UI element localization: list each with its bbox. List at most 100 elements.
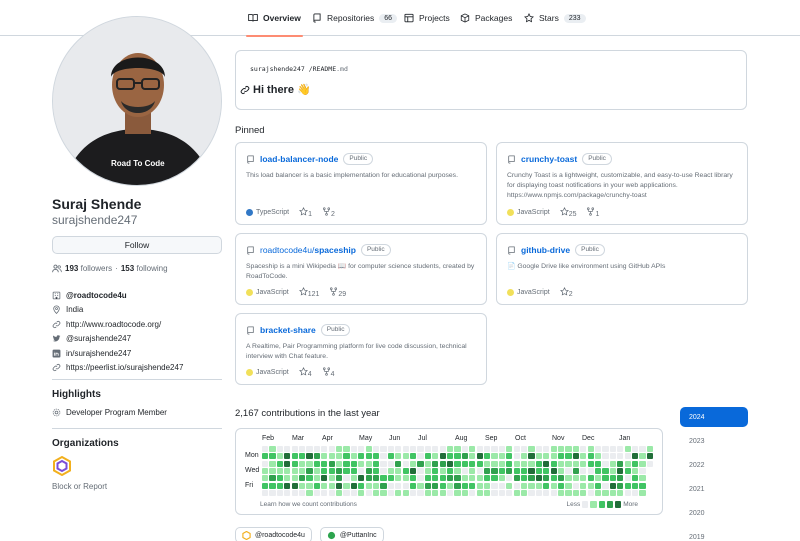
contribution-day-cell[interactable] bbox=[424, 446, 431, 453]
contribution-day-cell[interactable] bbox=[632, 489, 639, 496]
contribution-day-cell[interactable] bbox=[424, 475, 431, 482]
contribution-day-cell[interactable] bbox=[572, 446, 579, 453]
contribution-day-cell[interactable] bbox=[543, 453, 550, 460]
contribution-day-cell[interactable] bbox=[373, 482, 380, 489]
contribution-day-cell[interactable] bbox=[609, 475, 616, 482]
contribution-day-cell[interactable] bbox=[469, 482, 476, 489]
contribution-day-cell[interactable] bbox=[587, 467, 594, 475]
contribution-day-cell[interactable] bbox=[609, 446, 616, 453]
contribution-day-cell[interactable] bbox=[380, 489, 387, 496]
contribution-day-cell[interactable] bbox=[328, 467, 335, 475]
contribution-day-cell[interactable] bbox=[395, 475, 402, 482]
contribution-day-cell[interactable] bbox=[595, 453, 602, 460]
contribution-day-cell[interactable] bbox=[609, 460, 616, 467]
contribution-day-cell[interactable] bbox=[498, 489, 505, 496]
contribution-day-cell[interactable] bbox=[299, 482, 306, 489]
contribution-day-cell[interactable] bbox=[632, 482, 639, 489]
contribution-day-cell[interactable] bbox=[617, 475, 624, 482]
contribution-day-cell[interactable] bbox=[373, 489, 380, 496]
contribution-day-cell[interactable] bbox=[469, 467, 476, 475]
contribution-day-cell[interactable] bbox=[550, 467, 557, 475]
contribution-day-cell[interactable] bbox=[521, 460, 528, 467]
contribution-day-cell[interactable] bbox=[343, 446, 350, 453]
contribution-day-cell[interactable] bbox=[373, 460, 380, 467]
contribution-day-cell[interactable] bbox=[395, 482, 402, 489]
contribution-day-cell[interactable] bbox=[513, 453, 520, 460]
contribution-day-cell[interactable] bbox=[617, 453, 624, 460]
contribution-day-cell[interactable] bbox=[424, 467, 431, 475]
contribution-day-cell[interactable] bbox=[506, 475, 513, 482]
contribution-day-cell[interactable] bbox=[417, 467, 424, 475]
contribution-day-cell[interactable] bbox=[617, 489, 624, 496]
contribution-day-cell[interactable] bbox=[491, 482, 498, 489]
contribution-day-cell[interactable] bbox=[439, 467, 446, 475]
contribution-day-cell[interactable] bbox=[639, 460, 646, 467]
year-button-2021[interactable]: 2021 bbox=[680, 479, 748, 499]
contribution-day-cell[interactable] bbox=[350, 475, 357, 482]
contribution-day-cell[interactable] bbox=[624, 446, 631, 453]
contribution-day-cell[interactable] bbox=[358, 446, 365, 453]
contribution-day-cell[interactable] bbox=[373, 475, 380, 482]
contribution-day-cell[interactable] bbox=[565, 467, 572, 475]
contribution-day-cell[interactable] bbox=[313, 482, 320, 489]
contribution-day-cell[interactable] bbox=[336, 460, 343, 467]
contribution-day-cell[interactable] bbox=[565, 460, 572, 467]
contribution-day-cell[interactable] bbox=[602, 460, 609, 467]
detail-organization[interactable]: @roadtocode4u bbox=[52, 288, 222, 303]
contribution-day-cell[interactable] bbox=[587, 453, 594, 460]
contribution-day-cell[interactable] bbox=[276, 453, 283, 460]
contribution-day-cell[interactable] bbox=[580, 453, 587, 460]
contribution-day-cell[interactable] bbox=[387, 460, 394, 467]
contribution-day-cell[interactable] bbox=[328, 475, 335, 482]
contribution-day-cell[interactable] bbox=[291, 482, 298, 489]
contribution-day-cell[interactable] bbox=[535, 475, 542, 482]
stars-link[interactable]: 1 bbox=[299, 206, 312, 218]
contribution-day-cell[interactable] bbox=[365, 467, 372, 475]
anchor-link-icon[interactable] bbox=[240, 85, 250, 95]
contribution-day-cell[interactable] bbox=[276, 475, 283, 482]
following-link[interactable]: 153 following bbox=[121, 264, 168, 273]
contribution-day-cell[interactable] bbox=[558, 453, 565, 460]
contribution-day-cell[interactable] bbox=[380, 467, 387, 475]
contribution-day-cell[interactable] bbox=[373, 453, 380, 460]
contribution-day-cell[interactable] bbox=[299, 453, 306, 460]
contribution-day-cell[interactable] bbox=[572, 460, 579, 467]
contribution-day-cell[interactable] bbox=[528, 453, 535, 460]
contribution-day-cell[interactable] bbox=[528, 467, 535, 475]
contribution-day-cell[interactable] bbox=[432, 489, 439, 496]
contribution-day-cell[interactable] bbox=[543, 475, 550, 482]
contribution-day-cell[interactable] bbox=[358, 475, 365, 482]
contribution-day-cell[interactable] bbox=[291, 489, 298, 496]
contribution-day-cell[interactable] bbox=[447, 467, 454, 475]
contribution-day-cell[interactable] bbox=[454, 475, 461, 482]
contribution-day-cell[interactable] bbox=[565, 446, 572, 453]
contribution-day-cell[interactable] bbox=[365, 482, 372, 489]
contribution-day-cell[interactable] bbox=[558, 446, 565, 453]
contribution-day-cell[interactable] bbox=[587, 460, 594, 467]
contribution-day-cell[interactable] bbox=[513, 446, 520, 453]
contribution-day-cell[interactable] bbox=[447, 482, 454, 489]
contribution-day-cell[interactable] bbox=[321, 475, 328, 482]
tab-packages[interactable]: Packages bbox=[460, 0, 512, 36]
learn-contributions-link[interactable]: Learn how we count contributions bbox=[260, 501, 357, 508]
contribution-day-cell[interactable] bbox=[262, 460, 269, 467]
contribution-day-cell[interactable] bbox=[402, 453, 409, 460]
contribution-day-cell[interactable] bbox=[395, 446, 402, 453]
contribution-day-cell[interactable] bbox=[343, 467, 350, 475]
contribution-day-cell[interactable] bbox=[580, 475, 587, 482]
contribution-day-cell[interactable] bbox=[439, 460, 446, 467]
contribution-day-cell[interactable] bbox=[528, 475, 535, 482]
contribution-day-cell[interactable] bbox=[284, 489, 291, 496]
contribution-day-cell[interactable] bbox=[543, 460, 550, 467]
contribution-day-cell[interactable] bbox=[395, 460, 402, 467]
contribution-day-cell[interactable] bbox=[291, 467, 298, 475]
contribution-day-cell[interactable] bbox=[402, 467, 409, 475]
contribution-day-cell[interactable] bbox=[469, 446, 476, 453]
contribution-day-cell[interactable] bbox=[550, 453, 557, 460]
contribution-day-cell[interactable] bbox=[580, 467, 587, 475]
contribution-day-cell[interactable] bbox=[299, 475, 306, 482]
organization-avatar-icon[interactable] bbox=[52, 456, 72, 476]
contribution-day-cell[interactable] bbox=[639, 475, 646, 482]
contribution-day-cell[interactable] bbox=[328, 446, 335, 453]
contribution-day-cell[interactable] bbox=[572, 453, 579, 460]
